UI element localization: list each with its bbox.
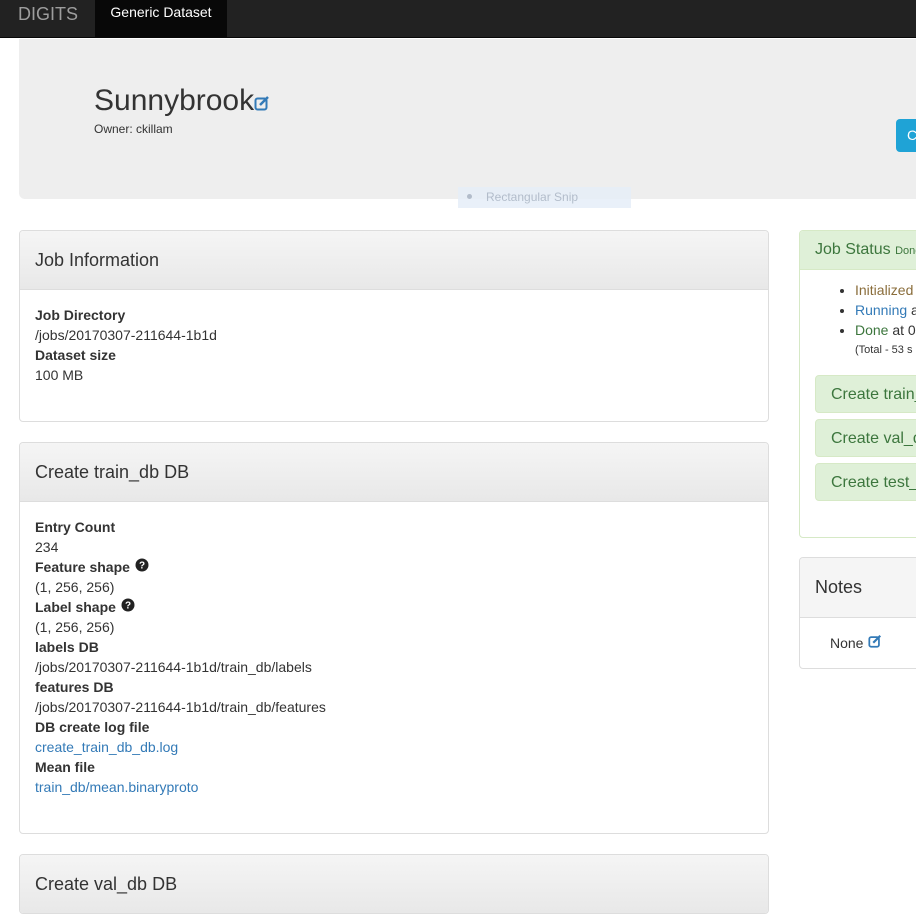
- entry-count-label: Entry Count: [35, 519, 116, 535]
- job-status-panel: Job Status Done Initialized at Running a…: [799, 230, 916, 538]
- feature-shape-value: (1, 256, 256): [35, 579, 115, 595]
- stage-create-test-db[interactable]: Create test_db: [815, 463, 916, 501]
- snip-label: Rectangular Snip: [486, 190, 579, 204]
- label-shape-value: (1, 256, 256): [35, 619, 115, 635]
- status-history-list: Initialized at Running at Done at 0: [800, 280, 916, 340]
- job-status-badge: Done: [895, 245, 916, 257]
- notes-panel: Notes None: [799, 557, 916, 669]
- features-db-value: /jobs/20170307-211644-1b1d/train_db/feat…: [35, 699, 326, 715]
- question-circle-icon[interactable]: ?: [121, 597, 135, 617]
- brand-link[interactable]: DIGITS: [18, 4, 78, 25]
- train-db-panel: Create train_db DB Entry Count 234 Featu…: [19, 442, 769, 834]
- mean-file-label: Mean file: [35, 759, 95, 775]
- label-shape-row: Label shape ?: [35, 597, 753, 617]
- tab-generic-dataset[interactable]: Generic Dataset: [95, 0, 227, 37]
- dataset-size-value: 100 MB: [35, 367, 84, 383]
- feature-shape-label: Feature shape: [35, 559, 130, 575]
- edit-icon[interactable]: [254, 85, 270, 119]
- svg-text:?: ?: [139, 561, 145, 572]
- features-db-label: features DB: [35, 679, 114, 695]
- edit-notes-icon[interactable]: [868, 633, 882, 653]
- navbar: DIGITS Generic Dataset: [0, 0, 916, 38]
- feature-shape-row: Feature shape ?: [35, 557, 753, 577]
- job-status-title: Job Status: [815, 241, 891, 258]
- dataset-size-label: Dataset size: [35, 347, 116, 363]
- val-db-panel: Create val_db DB: [19, 854, 769, 914]
- job-status-heading: Job Status Done: [800, 231, 916, 270]
- snip-dot-icon: [467, 194, 472, 200]
- job-information-heading: Job Information: [20, 231, 768, 290]
- job-information-panel: Job Information Job Directory /jobs/2017…: [19, 230, 769, 422]
- label-shape-label: Label shape: [35, 599, 116, 615]
- job-directory-value: /jobs/20170307-211644-1b1d: [35, 327, 217, 343]
- rectangular-snip-overlay: Rectangular Snip: [458, 187, 631, 208]
- train-db-body: Entry Count 234 Feature shape ? (1, 256,…: [20, 502, 768, 811]
- page-title: Sunnybrook: [94, 84, 270, 119]
- status-done: Done at 0: [855, 320, 916, 340]
- status-running: Running at: [855, 300, 916, 320]
- notes-value: None: [830, 635, 864, 651]
- svg-text:?: ?: [125, 601, 131, 612]
- log-file-link[interactable]: create_train_db_db.log: [35, 739, 178, 755]
- job-directory-label: Job Directory: [35, 307, 126, 323]
- total-time: (Total - 53 s: [855, 344, 913, 356]
- notes-heading: Notes: [800, 558, 916, 618]
- notes-body: None: [800, 618, 916, 653]
- labels-db-value: /jobs/20170307-211644-1b1d/train_db/labe…: [35, 659, 312, 675]
- dataset-name: Sunnybrook: [94, 84, 255, 117]
- owner-label: Owner: ckillam: [94, 122, 173, 136]
- entry-count-value: 234: [35, 539, 59, 555]
- train-db-heading: Create train_db DB: [20, 443, 768, 502]
- stage-create-val-db[interactable]: Create val_db: [815, 419, 916, 457]
- stage-create-train-db[interactable]: Create train_db: [815, 375, 916, 413]
- labels-db-label: labels DB: [35, 639, 99, 655]
- log-file-label: DB create log file: [35, 719, 150, 735]
- job-information-body: Job Directory /jobs/20170307-211644-1b1d…: [20, 290, 768, 399]
- mean-file-link[interactable]: train_db/mean.binaryproto: [35, 779, 198, 795]
- status-initialized: Initialized at: [855, 280, 916, 300]
- clone-button[interactable]: C: [896, 119, 916, 152]
- val-db-heading: Create val_db DB: [20, 855, 768, 913]
- question-circle-icon[interactable]: ?: [135, 557, 149, 577]
